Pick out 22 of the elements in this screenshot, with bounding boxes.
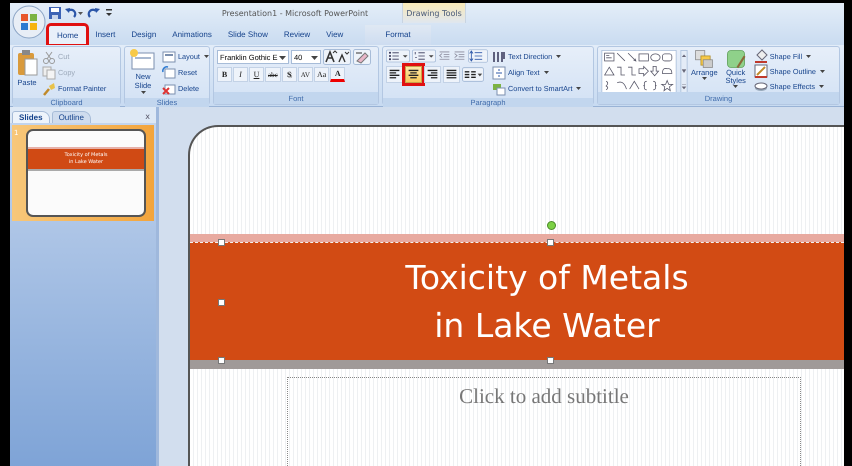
ribbon-tab[interactable]: Animations — [164, 25, 220, 45]
contextual-tab-label: Drawing Tools — [406, 8, 462, 18]
ribbon-tab[interactable]: Design — [123, 25, 164, 45]
font-color-button[interactable]: A — [330, 67, 346, 82]
ribbon-tab[interactable]: Slide Show — [220, 25, 276, 45]
underline-button[interactable]: U — [249, 67, 264, 82]
pane-tab[interactable]: Outline — [52, 111, 91, 123]
window-title: Presentation1 - Microsoft PowerPoint — [220, 8, 370, 18]
close-button[interactable]: x — [139, 112, 156, 123]
ribbon-tab[interactable]: Home — [48, 25, 88, 45]
shadow-button[interactable]: S — [282, 67, 297, 82]
subtitle-placeholder[interactable]: Click to add subtitle — [287, 377, 801, 466]
slide-title[interactable]: Toxicity of Metals in Lake Water — [345, 254, 689, 350]
pane-tab[interactable]: Slides — [12, 111, 50, 123]
ribbon-tab[interactable]: Format — [365, 25, 431, 45]
change-case-button[interactable]: Aa — [314, 67, 330, 82]
italic-button[interactable]: I — [233, 67, 248, 82]
ribbon-tab[interactable]: Insert — [87, 25, 124, 45]
placeholder-text: Click to add subtitle — [459, 384, 629, 410]
ribbon-tab[interactable]: Review — [276, 25, 318, 45]
bold-button[interactable]: B — [217, 67, 232, 82]
ribbon-tab[interactable]: View — [318, 25, 352, 45]
